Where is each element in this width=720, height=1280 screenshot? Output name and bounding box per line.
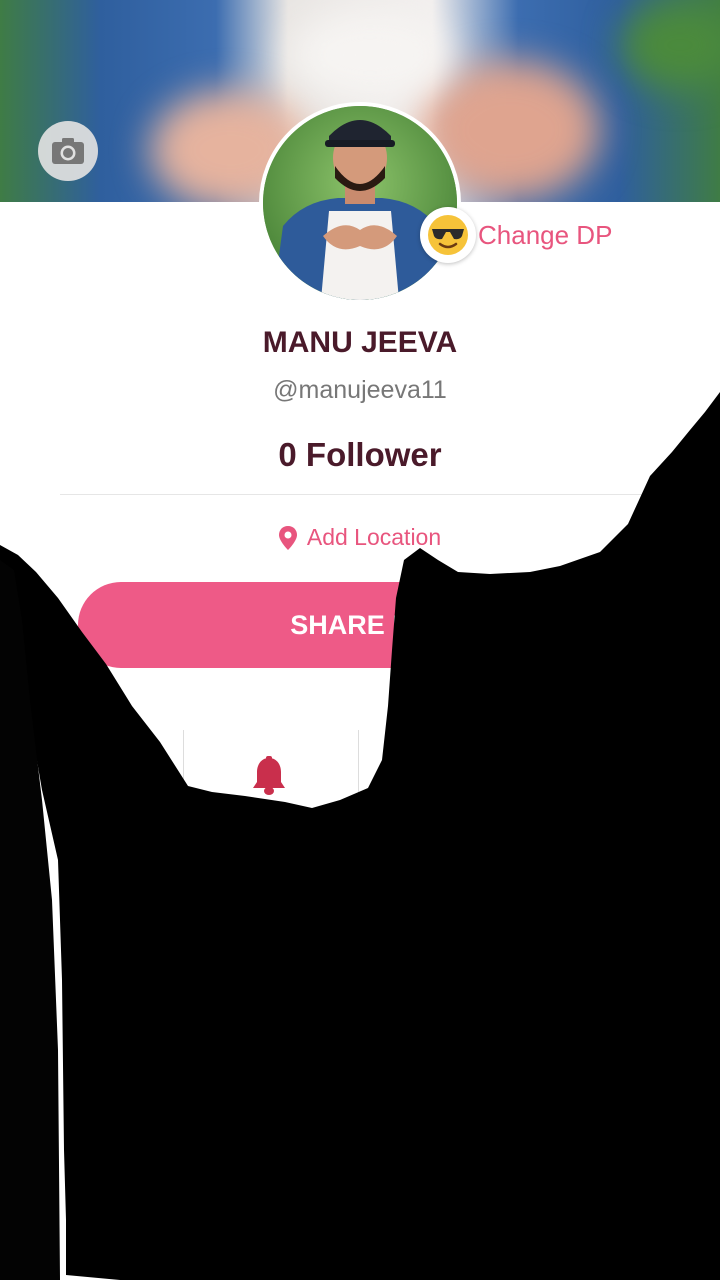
avatar-photo (263, 106, 457, 300)
add-location-link[interactable]: Add Location (0, 524, 720, 551)
cover-foliage (620, 0, 720, 90)
profile-name: MANU JEEVA (262, 326, 458, 359)
profile-handle: @manujeeva11 (273, 376, 447, 404)
tab-separator (358, 730, 359, 800)
camera-icon (52, 138, 84, 164)
share-profile-button[interactable]: SHARE PR (78, 582, 642, 668)
location-pin-icon (278, 525, 297, 550)
profile-tabs (0, 730, 720, 820)
divider (60, 494, 660, 495)
change-dp-button[interactable]: Change DP (420, 206, 612, 264)
location-label: Add Location (306, 524, 442, 550)
change-cover-button[interactable] (38, 121, 98, 181)
tab-separator (183, 730, 184, 800)
profile-avatar[interactable] (259, 102, 461, 304)
sunglasses-emoji-icon (420, 207, 476, 263)
bell-icon[interactable] (252, 756, 286, 796)
cover-shirt (290, 10, 450, 100)
follower-count[interactable]: 0 Follower (0, 436, 720, 474)
change-dp-label: Change DP (478, 219, 613, 250)
